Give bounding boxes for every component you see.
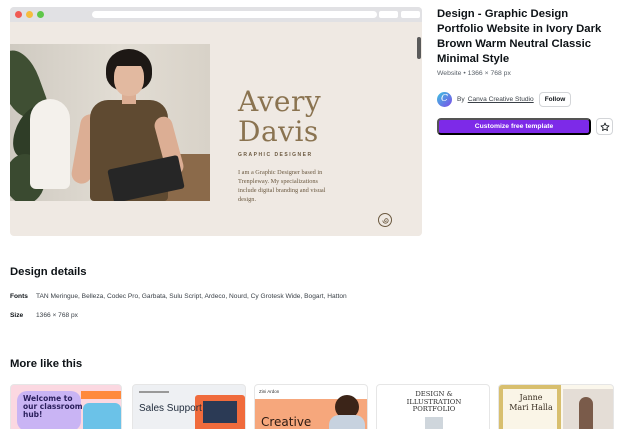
follow-button[interactable]: Follow	[538, 91, 572, 107]
browser-button	[379, 11, 398, 18]
star-outline-icon	[600, 122, 609, 131]
browser-button	[401, 11, 420, 18]
preview-name: Avery Davis	[238, 87, 321, 147]
preview-name-first: Avery	[238, 85, 322, 118]
browser-toolbar	[10, 7, 422, 22]
preview-bio: I am a Graphic Designer based in Trenple…	[238, 169, 326, 203]
url-bar	[92, 11, 377, 18]
design-details-heading: Design details	[10, 266, 87, 278]
card-small-text: Zini Ardon	[259, 389, 280, 394]
card-title: DESIGN & ILLUSTRATION PORTFOLIO	[406, 390, 462, 413]
card-title: Janne Mari Halla	[509, 393, 553, 412]
related-template-card[interactable]: DESIGN & ILLUSTRATION PORTFOLIO	[376, 384, 490, 429]
creator-link[interactable]: Canva Creative Studio	[468, 96, 534, 103]
card-title: Creative	[261, 415, 312, 429]
card-title: Sales Support	[139, 403, 202, 414]
preview-scrollbar-thumb[interactable]	[417, 37, 421, 59]
template-preview[interactable]: Avery Davis GRAPHIC DESIGNER I am a Grap…	[10, 7, 422, 236]
template-meta: Website • 1366 × 768 px	[437, 70, 511, 77]
minimize-dot-icon	[26, 11, 33, 18]
favorite-button[interactable]	[596, 118, 613, 135]
preview-name-last: Davis	[238, 115, 319, 148]
close-dot-icon	[15, 11, 22, 18]
related-template-card[interactable]: Sales Support	[132, 384, 246, 429]
maximize-dot-icon	[37, 11, 44, 18]
card-title: Welcome to our classroom hub!	[23, 394, 83, 419]
portrait-photo	[10, 44, 210, 201]
more-like-this-heading: More like this	[10, 358, 83, 370]
related-template-card[interactable]: Janne Mari Halla	[498, 384, 614, 429]
creator-avatar[interactable]: C	[437, 91, 452, 107]
related-template-card[interactable]: Zini Ardon Creative	[254, 384, 368, 429]
spiral-logo-icon	[378, 213, 392, 227]
size-label: Size	[10, 312, 24, 319]
customize-button[interactable]: Customize free template	[437, 118, 591, 135]
related-template-card[interactable]: Welcome to our classroom hub!	[10, 384, 122, 429]
fonts-label: Fonts	[10, 293, 28, 300]
by-label: By	[457, 95, 465, 103]
fonts-value: TAN Meringue, Belleza, Codec Pro, Garbat…	[36, 293, 347, 300]
creator-row: C By Canva Creative Studio Follow	[437, 90, 572, 108]
preview-role: GRAPHIC DESIGNER	[238, 152, 313, 158]
size-value: 1366 × 768 px	[36, 312, 78, 319]
template-title: Design - Graphic Design Portfolio Websit…	[437, 8, 602, 65]
